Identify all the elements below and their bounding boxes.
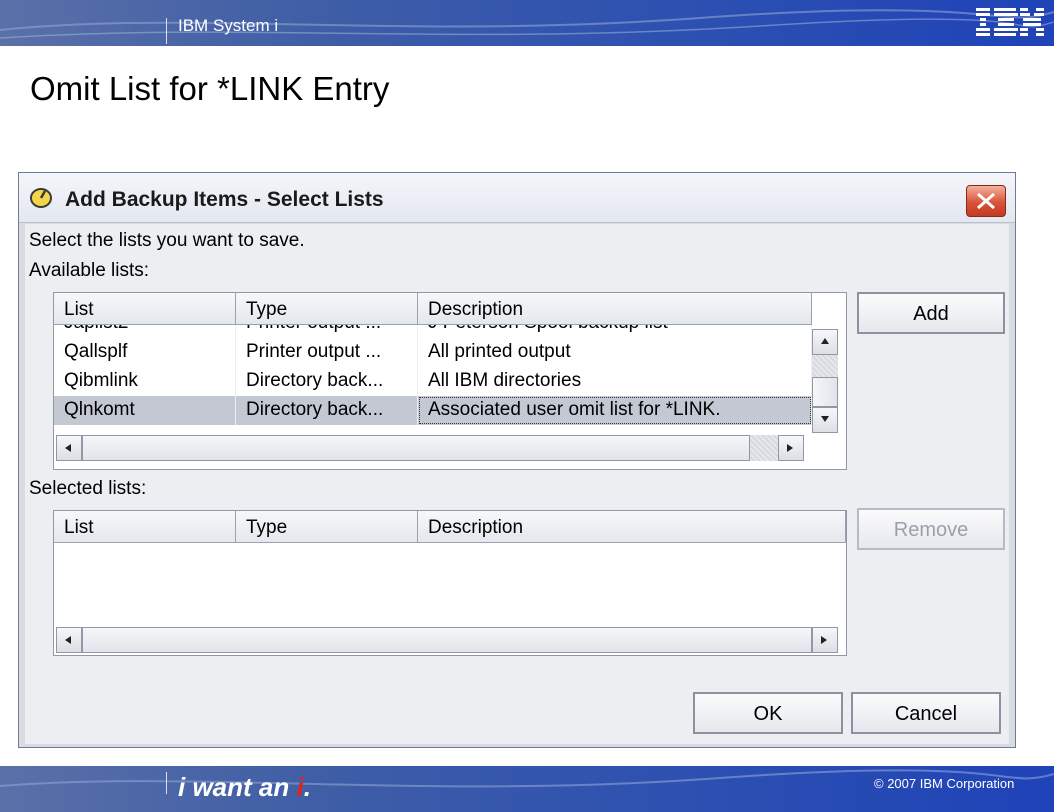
close-button[interactable] [966, 185, 1006, 217]
copyright: © 2007 IBM Corporation [874, 776, 1015, 791]
cell-type: Printer output ... [236, 325, 418, 338]
table-row[interactable]: Qallsplf Printer output ... All printed … [54, 338, 812, 367]
header-divider [166, 18, 167, 44]
cell-list: Qallsplf [54, 338, 236, 367]
arrow-right-icon [787, 444, 793, 452]
cell-description: All IBM directories [418, 367, 812, 396]
selected-lists-table[interactable]: List Type Description [53, 510, 847, 656]
scroll-right-button[interactable] [778, 435, 804, 461]
cell-type: Directory back... [236, 396, 418, 425]
column-header-list[interactable]: List [54, 511, 236, 543]
cell-list: Japlist2 [54, 325, 236, 338]
column-header-type[interactable]: Type [236, 293, 418, 325]
cell-type: Directory back... [236, 367, 418, 396]
cell-description: J Peterson Spool backup list [418, 325, 812, 338]
scroll-down-button[interactable] [812, 407, 838, 433]
arrow-down-icon [821, 416, 829, 422]
cell-type: Printer output ... [236, 338, 418, 367]
tagline-suffix: . [303, 772, 311, 802]
available-table-header: List Type Description [54, 293, 812, 325]
clock-icon [30, 188, 52, 208]
available-lists-table[interactable]: List Type Description Japlist2 Printer o… [53, 292, 847, 470]
header-bar [0, 0, 1054, 46]
selected-table-header: List Type Description [54, 511, 846, 543]
add-button[interactable]: Add [857, 292, 1005, 334]
scroll-left-button[interactable] [56, 627, 82, 653]
ok-button[interactable]: OK [693, 692, 843, 734]
arrow-right-icon [821, 636, 827, 644]
selected-lists-label: Selected lists: [29, 478, 147, 499]
column-header-type[interactable]: Type [236, 511, 418, 543]
table-row[interactable]: Qibmlink Directory back... All IBM direc… [54, 367, 812, 396]
ibm-logo [976, 8, 1044, 36]
column-header-description[interactable]: Description [418, 293, 812, 325]
scroll-up-button[interactable] [812, 329, 838, 355]
cell-list: Qlnkomt [54, 396, 236, 425]
arrow-up-icon [821, 338, 829, 344]
add-backup-items-dialog: Add Backup Items - Select Lists Select t… [18, 172, 1016, 748]
remove-button[interactable]: Remove [857, 508, 1005, 550]
column-header-list[interactable]: List [54, 293, 236, 325]
cell-list: Qibmlink [54, 367, 236, 396]
table-row[interactable]: Japlist2 Printer output ... J Peterson S… [54, 325, 812, 338]
cancel-button[interactable]: Cancel [851, 692, 1001, 734]
header-swoosh-decoration [0, 9, 1054, 39]
horizontal-scroll-thumb[interactable] [82, 627, 812, 653]
horizontal-scroll-thumb[interactable] [82, 435, 750, 461]
table-row-selected[interactable]: Qlnkomt Directory back... Associated use… [54, 396, 812, 425]
dialog-titlebar[interactable]: Add Backup Items - Select Lists [19, 173, 1015, 223]
column-header-description[interactable]: Description [418, 511, 846, 543]
vertical-scroll-thumb[interactable] [812, 377, 838, 407]
tagline-accent: i [296, 772, 304, 802]
cell-description: Associated user omit list for *LINK. [418, 396, 812, 425]
available-lists-label: Available lists: [29, 260, 150, 281]
cell-description: All printed output [418, 338, 812, 367]
slide-title: Omit List for *LINK Entry [30, 70, 390, 107]
instruction-text: Select the lists you want to save. [29, 230, 305, 251]
footer-divider [166, 772, 167, 794]
dialog-title: Add Backup Items - Select Lists [65, 188, 384, 211]
scroll-right-button[interactable] [812, 627, 838, 653]
horizontal-scroll-track[interactable] [750, 435, 778, 461]
scroll-left-button[interactable] [56, 435, 82, 461]
arrow-left-icon [65, 636, 71, 644]
available-table-body: Japlist2 Printer output ... J Peterson S… [54, 325, 812, 437]
dialog-body: Select the lists you want to save. Avail… [25, 224, 1009, 744]
system-label: IBM System i [178, 16, 279, 35]
close-icon [977, 192, 995, 210]
tagline-prefix: i want an [178, 772, 297, 802]
tagline: i want an i. [178, 772, 311, 803]
vertical-scroll-track[interactable] [812, 355, 838, 377]
arrow-left-icon [65, 444, 71, 452]
